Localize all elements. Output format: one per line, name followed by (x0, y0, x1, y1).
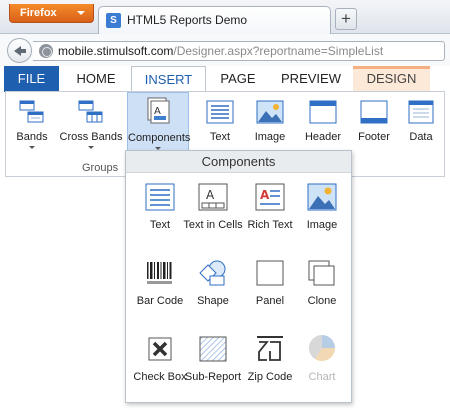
text-button[interactable]: Text (200, 92, 240, 154)
svg-text:A: A (260, 188, 270, 202)
url-field[interactable]: mobile.stimulsoft.com/Designer.aspx?repo… (33, 41, 445, 61)
bands-button[interactable]: Bands (12, 92, 52, 154)
chevron-down-icon (29, 146, 35, 149)
tab-insert[interactable]: INSERT (131, 66, 206, 92)
svg-text:A: A (154, 106, 161, 117)
svg-text:A: A (206, 188, 215, 202)
header-label: Header (304, 131, 342, 143)
header-button[interactable]: Header (301, 92, 345, 154)
panel-icon (256, 260, 284, 286)
data-label: Data (409, 131, 433, 143)
tab-page[interactable]: PAGE (207, 66, 269, 92)
tab-file[interactable]: FILE (4, 66, 59, 92)
component-clone-label: Clone (307, 295, 337, 307)
back-arrow-shaft (20, 49, 26, 53)
component-image[interactable]: Image (294, 179, 350, 239)
bands-label: Bands (16, 131, 48, 143)
component-clone[interactable]: Clone (294, 255, 350, 315)
components-icon: A (147, 97, 170, 124)
components-dropdown-title: Components (126, 151, 351, 173)
checkbox-icon (148, 337, 172, 361)
image-icon (256, 100, 284, 124)
data-button[interactable]: Data (404, 92, 438, 154)
barcode-icon (147, 262, 172, 284)
new-tab-button[interactable]: + (335, 8, 357, 30)
stimulsoft-s-icon: S (106, 13, 121, 28)
image-button[interactable]: Image (250, 92, 290, 154)
components-dropdown: Components Text A Text in Cells A Rich T… (125, 150, 352, 403)
text-in-cells-icon: A (198, 183, 228, 211)
firefox-menu-label: Firefox (20, 7, 57, 19)
component-chart-label: Chart (308, 371, 336, 383)
chevron-down-icon (77, 11, 85, 15)
url-domain: mobile.stimulsoft.com (58, 44, 174, 58)
zip-code-icon (257, 336, 283, 361)
browser-tab[interactable]: S HTML5 Reports Demo (98, 6, 331, 34)
text-label: Text (209, 131, 231, 143)
url-text: mobile.stimulsoft.com/Designer.aspx?repo… (58, 44, 383, 58)
tab-design[interactable]: DESIGN (353, 66, 430, 92)
header-icon (309, 100, 337, 124)
cross-bands-button[interactable]: Cross Bands (58, 92, 124, 154)
image-label: Image (254, 131, 286, 143)
cross-bands-label: Cross Bands (59, 131, 123, 143)
globe-icon (39, 44, 53, 58)
back-button[interactable] (7, 38, 32, 63)
sub-report-icon (199, 336, 227, 362)
url-path: /Designer.aspx?reportname=SimpleList (173, 44, 384, 58)
data-icon (408, 100, 434, 124)
components-button[interactable]: A Components (127, 92, 191, 152)
chevron-down-icon (88, 146, 94, 149)
bands-icon (19, 100, 44, 123)
browser-tab-title: HTML5 Reports Demo (127, 13, 248, 27)
tab-home[interactable]: HOME (63, 66, 129, 92)
clone-icon (308, 260, 335, 286)
cross-bands-icon (78, 100, 103, 123)
components-label: Components (128, 132, 191, 144)
image-icon (307, 183, 337, 211)
tab-preview[interactable]: PREVIEW (271, 66, 351, 92)
chart-icon (308, 334, 336, 362)
text-icon (145, 183, 175, 211)
footer-button[interactable]: Footer (352, 92, 396, 154)
design-tab-accent (353, 66, 430, 69)
footer-label: Footer (358, 131, 390, 143)
component-image-label: Image (306, 219, 338, 231)
component-chart: Chart (294, 331, 350, 391)
rich-text-icon: A (255, 183, 285, 211)
footer-icon (360, 100, 388, 124)
firefox-menu-button[interactable]: Firefox (9, 4, 94, 23)
text-icon (206, 100, 234, 124)
groups-group-label: Groups (82, 162, 119, 174)
shape-icon (199, 260, 226, 286)
